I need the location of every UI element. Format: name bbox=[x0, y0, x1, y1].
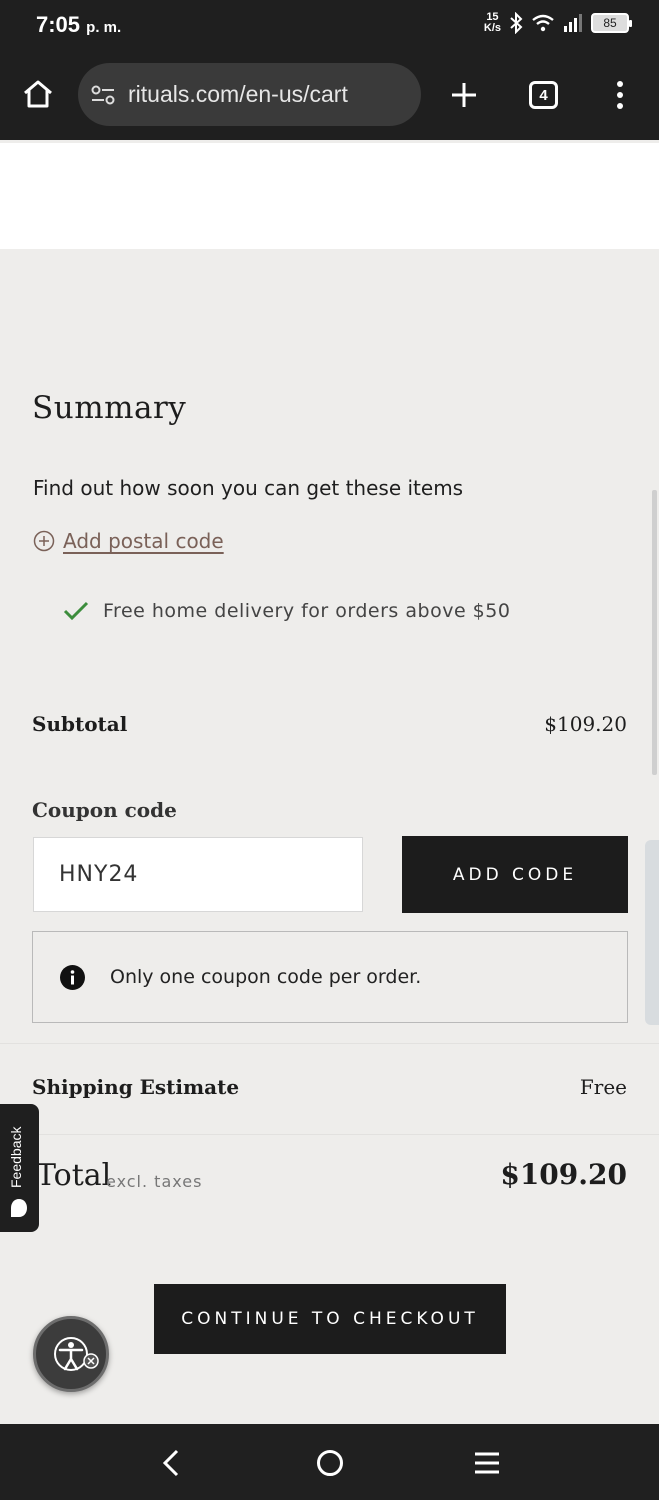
total-label: Total bbox=[36, 1158, 112, 1193]
shipping-label: Shipping Estimate bbox=[32, 1075, 240, 1099]
subtotal-label: Subtotal bbox=[32, 712, 128, 736]
battery-icon: 85 bbox=[591, 13, 632, 33]
feedback-bubble-icon[interactable] bbox=[10, 1198, 28, 1218]
check-icon bbox=[63, 601, 89, 621]
delivery-estimate-text: Find out how soon you can get these item… bbox=[33, 476, 464, 500]
home-icon[interactable] bbox=[22, 78, 54, 110]
coupon-code-input[interactable] bbox=[33, 837, 363, 912]
site-settings-icon[interactable] bbox=[90, 82, 116, 108]
tab-switcher-button[interactable]: 4 bbox=[529, 81, 558, 109]
status-icons: 15 K/s 85 bbox=[484, 12, 632, 34]
feedback-label[interactable]: Feedback bbox=[8, 1127, 24, 1188]
new-tab-icon[interactable] bbox=[449, 80, 479, 110]
accessibility-icon bbox=[54, 1337, 99, 1371]
coupon-info-text: Only one coupon code per order. bbox=[110, 966, 422, 988]
recent-apps-icon[interactable] bbox=[473, 1450, 501, 1476]
plus-circle-icon bbox=[33, 530, 55, 552]
status-ampm: p. m. bbox=[86, 19, 122, 36]
address-bar[interactable]: rituals.com/en-us/cart bbox=[78, 63, 421, 126]
divider bbox=[0, 1043, 659, 1044]
cart-items-area bbox=[0, 143, 659, 249]
add-code-button[interactable]: ADD CODE bbox=[402, 836, 628, 913]
status-time-value: 7:05 bbox=[36, 12, 81, 37]
coupon-label: Coupon code bbox=[32, 798, 177, 822]
home-circle-icon[interactable] bbox=[316, 1449, 344, 1477]
more-menu-icon[interactable] bbox=[609, 80, 631, 110]
coupon-info-box: Only one coupon code per order. bbox=[32, 931, 628, 1023]
bluetooth-icon bbox=[510, 12, 523, 34]
total-tax-note: excl. taxes bbox=[106, 1172, 203, 1191]
network-speed: 15 K/s bbox=[484, 12, 501, 34]
page-scrollbar[interactable] bbox=[652, 490, 657, 775]
info-icon bbox=[60, 964, 85, 990]
back-icon[interactable] bbox=[158, 1448, 184, 1478]
wifi-icon bbox=[532, 14, 554, 32]
add-postal-code-link[interactable]: Add postal code bbox=[63, 529, 224, 553]
browser-top-bar: 7:05 p. m. 15 K/s 85 rituals.com/en-us/c… bbox=[0, 0, 659, 140]
summary-title: Summary bbox=[32, 390, 187, 426]
status-time: 7:05 p. m. bbox=[36, 12, 121, 38]
battery-level: 85 bbox=[603, 16, 617, 30]
subtotal-value: $109.20 bbox=[544, 712, 627, 736]
signal-icon bbox=[564, 14, 582, 32]
divider bbox=[0, 1134, 659, 1135]
free-delivery-note: Free home delivery for orders above $50 bbox=[63, 600, 510, 622]
side-scroll-handle[interactable] bbox=[645, 840, 659, 1025]
free-delivery-text: Free home delivery for orders above $50 bbox=[103, 600, 511, 622]
url-text[interactable]: rituals.com/en-us/cart bbox=[128, 81, 348, 108]
total-value: $109.20 bbox=[500, 1158, 627, 1191]
add-postal-code[interactable]: Add postal code bbox=[33, 529, 224, 553]
tab-count: 4 bbox=[539, 86, 548, 104]
network-speed-unit: K/s bbox=[483, 22, 501, 34]
continue-to-checkout-button[interactable]: CONTINUE TO CHECKOUT bbox=[154, 1284, 506, 1354]
accessibility-button[interactable] bbox=[33, 1316, 109, 1392]
shipping-value: Free bbox=[579, 1075, 627, 1099]
